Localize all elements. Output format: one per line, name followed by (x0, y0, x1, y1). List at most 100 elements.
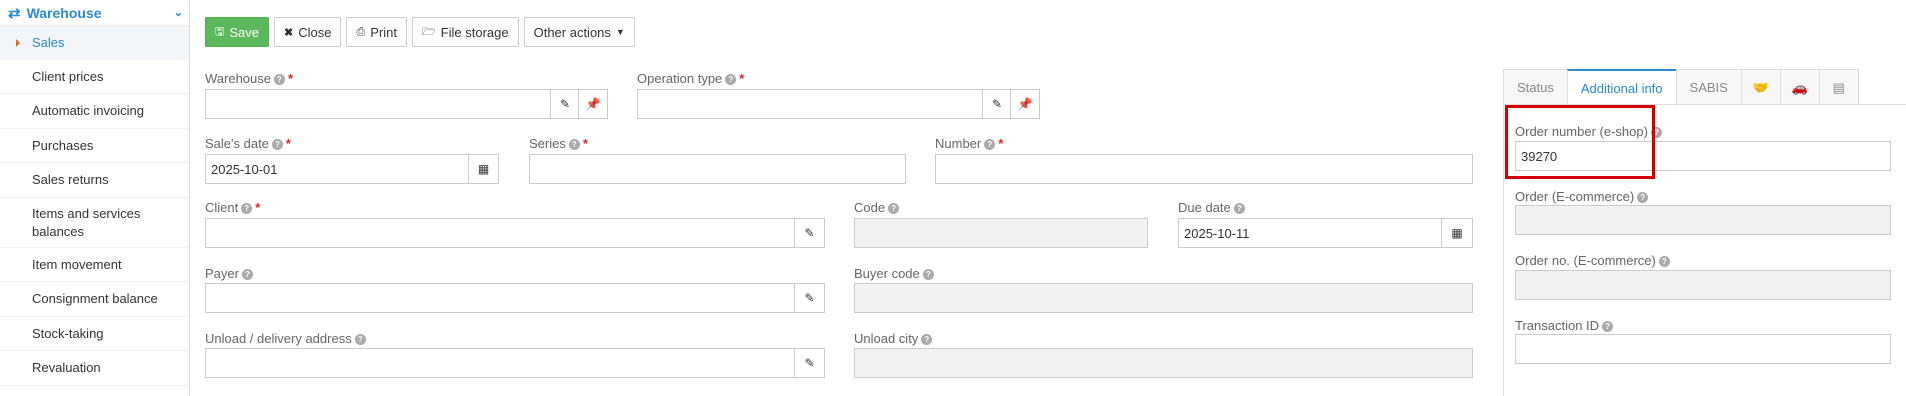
pencil-icon: ✎ (991, 97, 1003, 111)
sidebar: ⇄ Warehouse ⌄ Sales Client prices Automa… (0, 0, 190, 396)
order-number-eshop-label-text: Order number (e-shop) (1515, 124, 1648, 139)
tab-archive[interactable]: ▤ (1818, 69, 1859, 105)
sidebar-item-revaluation[interactable]: Revaluation (0, 351, 189, 386)
help-icon: ? (241, 203, 253, 214)
sidebar-header-label: Warehouse (26, 4, 102, 21)
sidebar-item-item-movement[interactable]: Item movement (0, 248, 189, 282)
operation-type-pin-button[interactable]: 📌 (1010, 89, 1040, 119)
folder-open-icon: 🗁 (422, 25, 436, 38)
right-panel-tabs: Status Additional info SABIS 🤝 🚗 ▤ (1503, 69, 1859, 106)
payer-edit-button[interactable]: ✎ (794, 283, 825, 313)
help-icon: ? (271, 139, 283, 150)
operation-type-input[interactable] (637, 89, 983, 119)
order-ecommerce-label: Order (E-commerce)? (1515, 189, 1649, 204)
help-icon: ? (984, 139, 996, 150)
sidebar-item-sales[interactable]: Sales (0, 26, 189, 60)
unload-address-label: Unload / delivery address? (205, 331, 366, 346)
other-actions-button[interactable]: Other actions ▼ (523, 17, 635, 47)
unload-address-edit-button[interactable]: ✎ (794, 348, 825, 378)
sidebar-item-client-prices[interactable]: Client prices (0, 60, 189, 94)
due-date-label-text: Due date (1178, 200, 1231, 215)
operation-type-edit-button[interactable]: ✎ (982, 89, 1012, 119)
close-icon: ✖ (284, 26, 294, 39)
warehouse-label-text: Warehouse (205, 71, 271, 86)
tab-sabis[interactable]: SABIS (1675, 69, 1742, 105)
sidebar-item-label: Automatic invoicing (32, 103, 144, 118)
sales-date-input[interactable]: 2025-10-01 (205, 154, 469, 184)
sidebar-header-warehouse[interactable]: ⇄ Warehouse ⌄ (0, 0, 189, 26)
printer-icon: ⎙ (356, 25, 366, 38)
other-actions-button-label: Other actions (533, 24, 611, 40)
help-icon: ? (921, 334, 933, 345)
transfer-icon: ⇄ (8, 4, 21, 22)
code-label-text: Code (854, 200, 886, 215)
floppy-disk-icon: 🖫 (215, 25, 225, 38)
sidebar-item-label: Stock-taking (32, 325, 104, 341)
order-no-ecommerce-label: Order no. (E-commerce)? (1515, 253, 1670, 268)
due-date-label: Due date? (1178, 200, 1245, 215)
series-label-text: Series (529, 136, 566, 151)
payer-input[interactable] (205, 283, 795, 313)
sales-date-calendar-button[interactable]: ▦ (468, 154, 499, 184)
file-storage-button[interactable]: 🗁 File storage (412, 17, 519, 47)
car-icon: 🚗 (1791, 79, 1808, 95)
tab-additional-info[interactable]: Additional info (1566, 69, 1677, 106)
transaction-id-input[interactable] (1515, 334, 1891, 364)
tab-additional-info-label: Additional info (1580, 81, 1663, 96)
payer-label: Payer? (205, 266, 253, 281)
sidebar-item-label: Client prices (32, 68, 104, 84)
warehouse-input[interactable] (205, 89, 551, 119)
help-icon: ? (354, 334, 366, 345)
close-button-label: Close (298, 24, 332, 40)
sidebar-item-sales-returns[interactable]: Sales returns (0, 163, 189, 198)
buyer-code-label-text: Buyer code (854, 266, 920, 281)
warehouse-label: Warehouse? * (205, 71, 293, 86)
unload-city-label: Unload city? (854, 331, 933, 346)
calendar-icon: ▦ (477, 162, 490, 176)
tab-car[interactable]: 🚗 (1779, 69, 1820, 105)
order-number-eshop-input[interactable]: 39270 (1515, 141, 1891, 171)
client-input[interactable] (205, 218, 795, 248)
client-label-text: Client (205, 200, 239, 215)
print-button[interactable]: ⎙ Print (346, 17, 408, 47)
help-icon: ? (1658, 256, 1670, 267)
sidebar-item-items-services-balances[interactable]: Items and services balances (0, 198, 189, 248)
sidebar-item-consignment-balance[interactable]: Consignment balance (0, 282, 189, 317)
client-edit-button[interactable]: ✎ (794, 218, 825, 248)
warehouse-pin-button[interactable]: 📌 (578, 89, 608, 119)
sidebar-item-purchases[interactable]: Purchases (0, 129, 189, 163)
close-button[interactable]: ✖ Close (274, 17, 342, 47)
caret-right-icon (16, 38, 20, 47)
save-button-label: Save (229, 24, 260, 40)
tab-status[interactable]: Status (1503, 69, 1568, 105)
calendar-icon: ▦ (1451, 226, 1463, 240)
save-button[interactable]: 🖫 Save (205, 17, 270, 47)
operation-type-label: Operation type? * (637, 71, 744, 86)
pencil-icon: ✎ (559, 97, 571, 111)
pin-icon: 📌 (1017, 97, 1033, 111)
warehouse-edit-button[interactable]: ✎ (550, 89, 580, 119)
sidebar-item-label: Items and services balances (32, 205, 141, 239)
required-marker: * (255, 200, 261, 215)
due-date-input[interactable]: 2025-10-11 (1178, 218, 1442, 248)
unload-address-input[interactable] (205, 348, 795, 378)
series-input[interactable] (529, 154, 906, 184)
pencil-icon: ✎ (804, 291, 815, 305)
series-label: Series? * (529, 136, 588, 151)
order-number-eshop-label: Order number (e-shop)? (1515, 124, 1662, 139)
sidebar-item-automatic-invoicing[interactable]: Automatic invoicing (0, 94, 189, 129)
sidebar-item-label: Revaluation (32, 360, 101, 375)
payer-label-text: Payer (205, 266, 239, 281)
due-date-calendar-button[interactable]: ▦ (1441, 218, 1473, 248)
pencil-icon: ✎ (804, 356, 815, 370)
operation-type-label-text: Operation type (637, 71, 723, 86)
sidebar-item-stock-taking[interactable]: Stock-taking (0, 317, 189, 351)
number-input[interactable] (935, 154, 1473, 184)
required-marker: * (739, 71, 745, 86)
help-icon: ? (568, 139, 580, 150)
help-icon: ? (725, 74, 737, 85)
help-icon: ? (922, 269, 934, 280)
caret-down-icon: ▼ (615, 27, 625, 37)
tab-handshake[interactable]: 🤝 (1740, 69, 1781, 105)
buyer-code-input (854, 283, 1473, 313)
